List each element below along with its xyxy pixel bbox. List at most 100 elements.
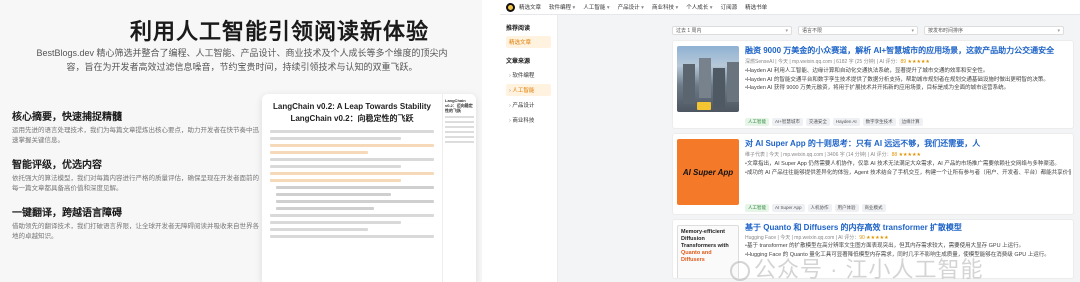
star-rating: ★★★★★: [898, 152, 921, 158]
text-line: [445, 121, 474, 123]
tag[interactable]: AI Super App: [772, 204, 805, 212]
article-meta-text: Hugging Face | 今天 | mp.weixin.qq.com | A…: [745, 235, 860, 241]
article-title-en: LangChain v0.2: A Leap Towards Stability: [273, 102, 431, 111]
nav-ai[interactable]: 人工智能: [583, 3, 609, 11]
tag[interactable]: Hayden AI: [832, 118, 860, 126]
article-meta: 维子代表 | 今天 | mp.weixin.qq.com | 3406 字 (1…: [745, 151, 921, 158]
language-filter-select[interactable]: 语言不限: [798, 26, 918, 35]
text-line: [270, 137, 402, 140]
feature-desc: 运用先进的语言处理技术，我们为每篇文章提炼出核心要点，助力开发者在快节奏中迅速掌…: [12, 127, 259, 144]
feature-list: 核心摘要，快速捕捉精髓 运用先进的语言处理技术，我们为每篇文章提炼出核心要点，助…: [12, 108, 262, 252]
article-meta-text: 深燃SenseAI | 今天 | mp.weixin.qq.com | 6182…: [745, 59, 901, 65]
sidebar-item-business[interactable]: 商业科技: [506, 114, 551, 126]
summary-point: 文章指出，AI Super App 仍然需要人机协作，仅靠 AI 技术无法满足大…: [745, 160, 1071, 169]
thumbnail-text-a: Memory-efficient Diffusion Transformers …: [681, 229, 729, 249]
text-line: [270, 130, 434, 133]
article-meta: 深燃SenseAI | 今天 | mp.weixin.qq.com | 6182…: [745, 58, 930, 65]
text-line: [445, 131, 474, 133]
article-thumbnail[interactable]: [677, 46, 739, 112]
nav-books[interactable]: 精选书单: [745, 3, 767, 11]
tag[interactable]: 边缘计算: [898, 118, 923, 126]
watermark-text: 公众号 · 江小人工智能: [754, 257, 984, 282]
watermark: 公众号 · 江小人工智能: [730, 252, 984, 282]
sidebar-item-ai[interactable]: 人工智能: [506, 84, 551, 96]
article-preview-body: LangChain v0.2: A Leap Towards Stability…: [262, 94, 442, 282]
feature-title: 智能评级，优选内容: [12, 160, 102, 171]
article-title[interactable]: 对 AI Super App 的十则思考：只有 AI 远远不够，我们还需要，人: [745, 139, 1071, 149]
feature-summary: 核心摘要，快速捕捉精髓 运用先进的语言处理技术，我们为每篇文章提炼出核心要点，助…: [12, 108, 262, 146]
summary-point: 基于 transformer 的扩散模型在高分辨率文生图方面表现突出，但其内存需…: [745, 242, 1071, 251]
text-line: [270, 228, 369, 231]
tag[interactable]: 交通安全: [805, 118, 830, 126]
sidebar-section-sources: 文章来源: [506, 59, 531, 65]
article-summary: Hayden AI 利用人工智能、边缘计算和自动化交通执法系统，显著提升了城市交…: [745, 67, 1071, 93]
article-preview: LangChain v0.2: A Leap Towards Stability…: [262, 94, 476, 282]
article-meta-text: 维子代表 | 今天 | mp.weixin.qq.com | 3406 字 (1…: [745, 152, 892, 158]
top-nav: 精选文章 软件编程 人工智能 产品设计 商业科技 个人成长 订阅源 精选书单: [500, 0, 1080, 15]
tag[interactable]: 人机协作: [807, 204, 832, 212]
text-line: [276, 186, 434, 189]
text-line: [445, 141, 474, 143]
text-line: [270, 221, 402, 224]
article-tags: 人工智能 AI+智慧城市 交通安全 Hayden AI 数字孪生技术 边缘计算: [745, 118, 923, 126]
category-tag[interactable]: 人工智能: [745, 204, 769, 212]
nav-business[interactable]: 商业科技: [652, 3, 678, 11]
text-line: [270, 158, 434, 161]
nav-feeds[interactable]: 订阅源: [721, 3, 738, 11]
sidebar-section-recommended: 推荐阅读: [506, 26, 531, 32]
article-side-panel: LangChain v0.2：迈向稳定性的飞跃: [442, 94, 476, 282]
feature-rating: 智能评级，优选内容 依托强大的算法模型，我们对每篇内容进行严格的质量评估，确保呈…: [12, 156, 262, 194]
sort-value: 按发布时间排序: [928, 28, 964, 34]
article-title[interactable]: 融资 9000 万美金的小众赛道，解析 AI+智慧城市的应用场景，这款产品助力公…: [745, 46, 1071, 56]
sidebar-item-product[interactable]: 产品设计: [506, 99, 551, 111]
side-title: LangChain v0.2：迈向稳定性的飞跃: [445, 98, 473, 113]
text-line: [270, 165, 402, 168]
article-title[interactable]: 基于 Quanto 和 Diffusers 的内存高效 transformer …: [745, 223, 1071, 233]
time-filter-select[interactable]: 过去 1 周内: [672, 26, 792, 35]
sidebar-item-featured[interactable]: 精选文章: [506, 36, 551, 48]
tag[interactable]: 用户体验: [834, 204, 859, 212]
feature-desc: 借助领先的翻译技术，我们打破语言界限，让全球开发者无障碍阅读并吸收来自世界各地的…: [12, 223, 259, 240]
category-tag[interactable]: 人工智能: [745, 118, 769, 126]
logo-icon[interactable]: [506, 2, 515, 12]
article-list: 融资 9000 万美金的小众赛道，解析 AI+智慧城市的应用场景，这款产品助力公…: [672, 40, 1074, 282]
ai-score: 88: [891, 152, 898, 158]
wechat-icon: [730, 261, 750, 282]
tag[interactable]: 商业模式: [861, 204, 886, 212]
summary-point: 成功的 AI 产品往往能够提供差异化的体验，Agent 技术结合了手机交互，构建…: [745, 169, 1071, 178]
text-line: [270, 151, 369, 154]
star-rating: ★★★★★: [866, 235, 889, 241]
nav-product[interactable]: 产品设计: [618, 3, 644, 11]
nav-growth[interactable]: 个人成长: [686, 3, 712, 11]
hero-description: BestBlogs.dev 精心筛选并整合了编程、人工智能、产品设计、商业技术及…: [36, 48, 448, 72]
text-line: [270, 214, 434, 217]
feature-desc: 依托强大的算法模型，我们对每篇内容进行严格的质量评估，确保呈现在开发者面前的每一…: [12, 175, 259, 192]
feature-title: 一键翻译，跨越语言障碍: [12, 208, 122, 219]
text-line: [270, 235, 434, 238]
tag[interactable]: 数字孪生技术: [862, 118, 896, 126]
sidebar-item-programming[interactable]: 软件编程: [506, 69, 551, 81]
article-card[interactable]: AI Super App 对 AI Super App 的十则思考：只有 AI …: [672, 133, 1074, 215]
time-filter-value: 过去 1 周内: [676, 28, 702, 34]
nav-programming[interactable]: 软件编程: [549, 3, 575, 11]
text-line: [270, 172, 434, 175]
thumbnail-text-b: Quanto and Diffusers: [681, 250, 712, 263]
marketing-panel: 利用人工智能引领阅读新体验 BestBlogs.dev 精心筛选并整合了编程、人…: [0, 0, 482, 282]
sort-select[interactable]: 按发布时间排序: [924, 26, 1064, 35]
summary-point: Hayden AI 利用人工智能、边缘计算和自动化交通执法系统，显著提升了城市交…: [745, 67, 1071, 76]
text-line: [445, 136, 474, 138]
article-thumbnail[interactable]: AI Super App: [677, 139, 739, 205]
sidebar: 推荐阅读 精选文章 文章来源 软件编程 人工智能 产品设计 商业科技: [500, 15, 558, 282]
text-line: [445, 116, 474, 118]
text-line: [270, 179, 402, 182]
article-card[interactable]: 融资 9000 万美金的小众赛道，解析 AI+智慧城市的应用场景，这款产品助力公…: [672, 40, 1074, 129]
tag[interactable]: AI+智慧城市: [772, 118, 803, 126]
text-line: [276, 193, 391, 196]
nav-featured[interactable]: 精选文章: [519, 3, 541, 11]
hero-title: 利用人工智能引领阅读新体验: [130, 19, 430, 44]
thumbnail-text: AI Super App: [682, 167, 734, 177]
summary-point: Hayden AI 获得 9000 万美元融资，将用于扩展技术并开拓新的应用场景…: [745, 84, 1071, 93]
language-filter-value: 语言不限: [802, 28, 823, 34]
filter-bar: 过去 1 周内 语言不限 按发布时间排序: [672, 26, 1064, 35]
text-line: [270, 144, 434, 147]
